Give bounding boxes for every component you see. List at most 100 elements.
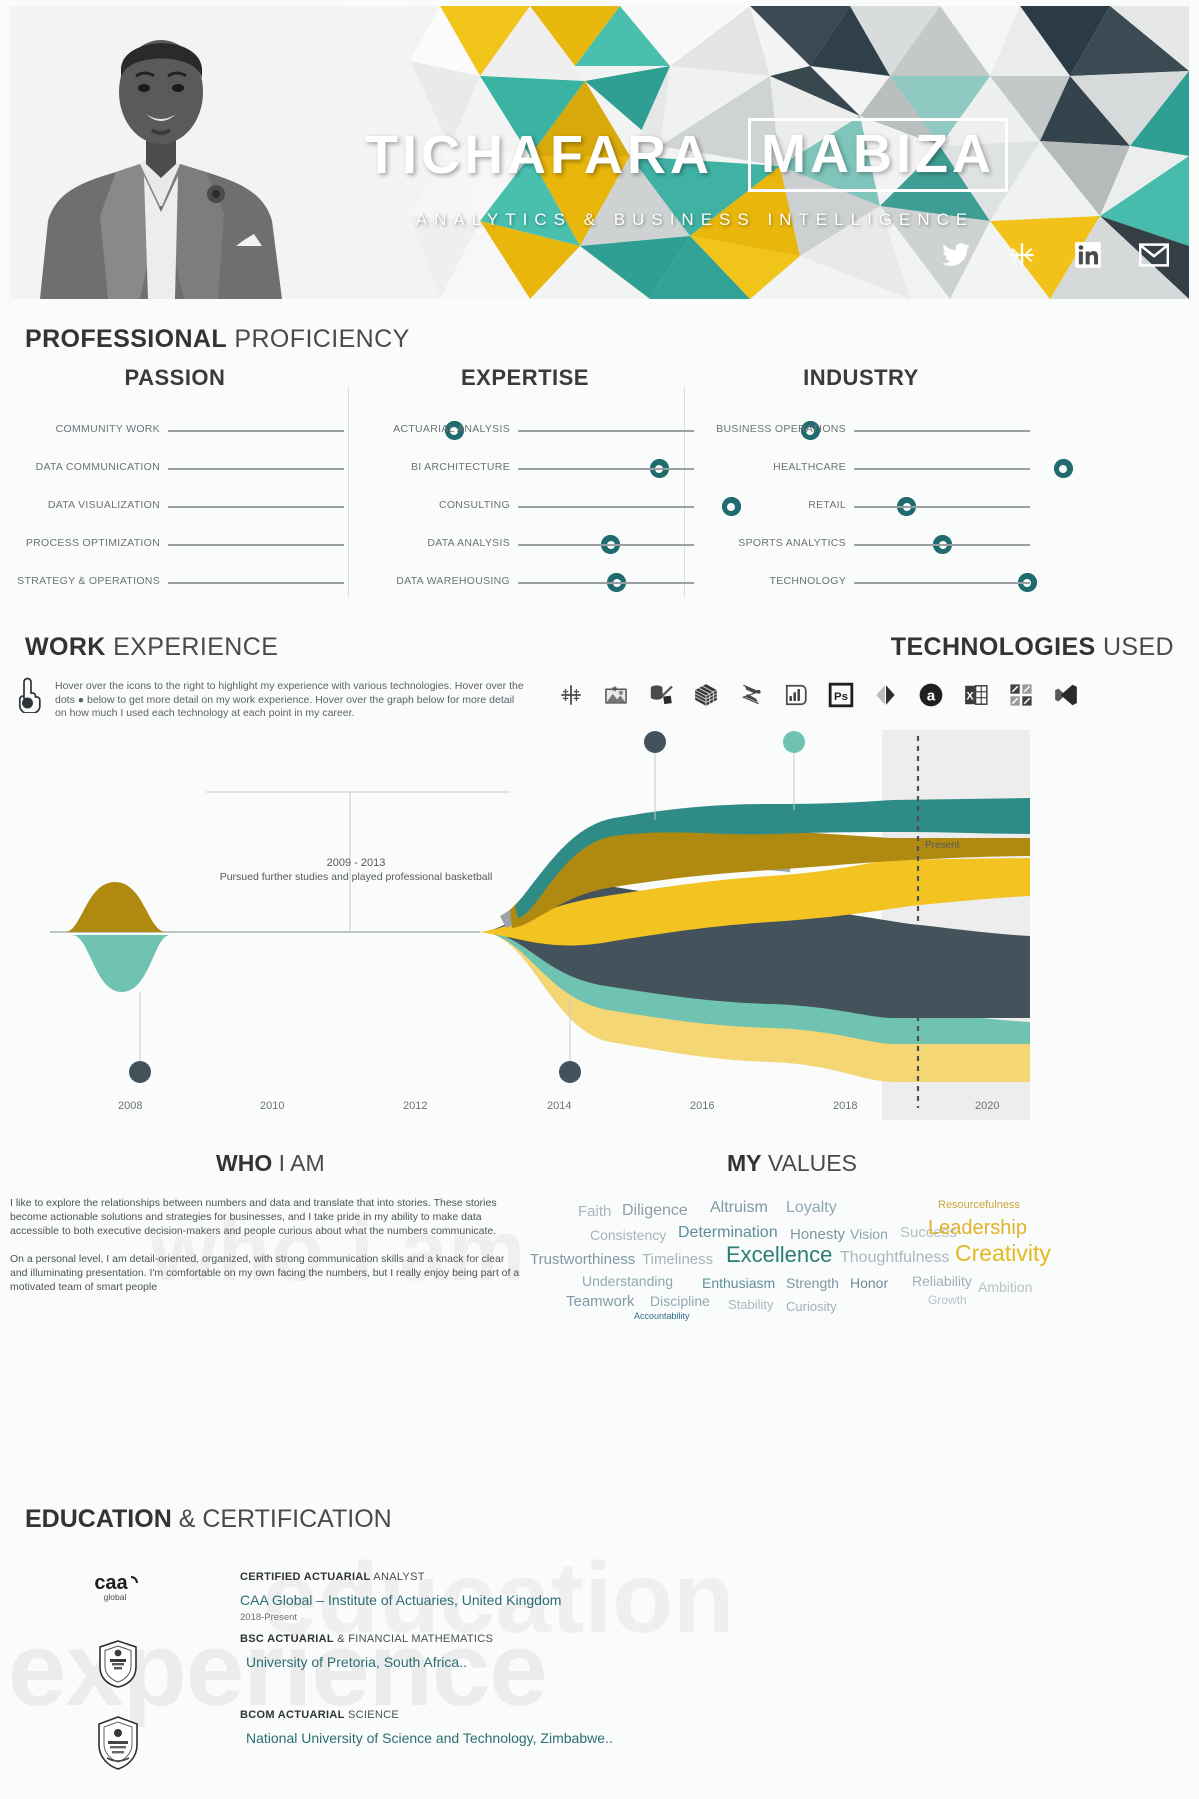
value-word: Honor [850, 1275, 889, 1291]
row-track [168, 582, 344, 584]
value-word: Understanding [582, 1273, 674, 1289]
education-qualification: BSC ACTUARIAL & FINANCIAL MATHEMATICS [240, 1633, 493, 1645]
education-item: BCOM ACTUARIAL SCIENCE National Universi… [240, 1709, 613, 1746]
qualification-light: & FINANCIAL MATHEMATICS [333, 1633, 494, 1645]
education-section-title: EDUCATION & CERTIFICATION [25, 1505, 392, 1534]
proficiency-row[interactable]: CONSULTING [350, 493, 917, 531]
row-track [854, 582, 1030, 584]
axis-tick-label: 2010 [260, 1100, 285, 1112]
value-word: Diligence [622, 1202, 688, 1219]
row-track [854, 506, 1030, 508]
row-label: DATA ANALYSIS [427, 537, 510, 549]
row-label: BUSINESS OPERATIONS [716, 423, 846, 435]
twitter-icon[interactable] [939, 238, 973, 272]
who-title-bold: WHO [216, 1150, 273, 1176]
value-word: Ambition [978, 1279, 1033, 1295]
row-dot[interactable] [1053, 459, 1073, 478]
linkedin-icon[interactable] [1071, 238, 1105, 272]
education-title-light: & CERTIFICATION [171, 1505, 392, 1533]
proficiency-row[interactable]: COMMUNITY WORK [0, 417, 464, 455]
stream-graph-svg[interactable] [10, 730, 1030, 1120]
tableau-public-icon[interactable] [1005, 238, 1039, 272]
proficiency-section-title: PROFESSIONAL PROFICIENCY [25, 325, 410, 354]
visual-studio-icon[interactable] [1051, 680, 1081, 710]
proficiency-title-bold: PROFESSIONAL [25, 325, 228, 353]
value-word: Leadership [928, 1217, 1027, 1239]
photoshop-icon[interactable]: Ps [826, 680, 856, 710]
row-track [168, 506, 344, 508]
education-dates: 2018-Present [240, 1612, 298, 1623]
who-description: I like to explore the relationships betw… [10, 1196, 520, 1308]
who-paragraph: I like to explore the relationships betw… [10, 1197, 497, 1237]
ssis-icon[interactable] [736, 680, 766, 710]
axis-tick-label: 2014 [547, 1100, 572, 1112]
proficiency-row[interactable]: STRATEGY & OPERATIONS [0, 569, 627, 607]
proficiency-row[interactable]: BI ARCHITECTURE [350, 455, 1073, 493]
row-label: PROCESS OPTIMIZATION [25, 537, 160, 549]
proficiency-column-industry: INDUSTRY BUSINESS OPERATIONS HEALTHCARE … [686, 365, 1036, 607]
value-word: Enthusiasm [702, 1275, 776, 1291]
axis-tick-label: 2016 [690, 1100, 715, 1112]
education-institution: CAA Global – Institute of Actuaries, Uni… [240, 1592, 562, 1608]
proficiency-row[interactable]: DATA COMMUNICATION [0, 455, 669, 493]
row-track [518, 544, 694, 546]
excel-icon[interactable]: X [961, 680, 991, 710]
technology-icons: Ps a X [556, 680, 1081, 710]
power-bi-icon[interactable] [781, 680, 811, 710]
row-label: DATA WAREHOUSING [396, 575, 510, 587]
sql-server-icon[interactable] [646, 680, 676, 710]
data-cube-icon[interactable] [691, 680, 721, 710]
axis-tick-label: 2008 [118, 1100, 143, 1112]
row-track [518, 506, 694, 508]
row-label: RETAIL [808, 499, 846, 511]
tableau-icon[interactable] [556, 680, 586, 710]
row-track [854, 468, 1030, 470]
proficiency-row[interactable]: SPORTS ANALYTICS [686, 531, 1036, 569]
proficiency-row[interactable]: DATA ANALYSIS [350, 531, 953, 569]
row-track [854, 544, 1030, 546]
adobe-xd-icon[interactable] [871, 680, 901, 710]
header-subtitle: ANALYTICS & BUSINESS INTELLIGENCE [415, 210, 975, 229]
alteryx-a-icon[interactable]: a [916, 680, 946, 710]
value-word: Faith [578, 1203, 612, 1220]
proficiency-row[interactable]: PROCESS OPTIMIZATION [0, 531, 621, 569]
value-word: Excellence [726, 1242, 833, 1267]
proficiency-row[interactable]: TECHNOLOGY [686, 569, 1036, 607]
alteryx-icon[interactable] [601, 680, 631, 710]
email-icon[interactable] [1137, 238, 1171, 272]
who-paragraph: On a personal level, I am detail-oriente… [10, 1253, 520, 1293]
proficiency-row[interactable]: HEALTHCARE [686, 455, 1036, 493]
caa-global-logo: caa global [78, 1569, 158, 1608]
work-stream-chart[interactable]: 2009 - 2013 Pursued further studies and … [10, 730, 1030, 1120]
qualification-light: SCIENCE [344, 1709, 399, 1721]
values-title-light: VALUES [761, 1150, 857, 1176]
proficiency-row[interactable]: ACTUARIAL ANALYSIS [350, 417, 820, 455]
proficiency-row[interactable]: BUSINESS OPERATIONS [686, 417, 1036, 455]
axis-tick-label: 2018 [833, 1100, 858, 1112]
annotation-text: Pursued further studies and played profe… [219, 871, 493, 883]
value-word: Accountability [634, 1311, 690, 1321]
row-label: DATA COMMUNICATION [35, 461, 160, 473]
values-section-title: MY VALUES [727, 1150, 857, 1177]
values-word-cloud: Faith Diligence Altruism Loyalty Consist… [530, 1190, 1190, 1340]
svg-text:a: a [927, 687, 936, 704]
qualification-bold: CERTIFIED ACTUARIAL [240, 1571, 371, 1583]
axis-tick-label: 2020 [975, 1100, 1000, 1112]
value-word: Teamwork [566, 1293, 635, 1310]
value-word: Trustworthiness [530, 1251, 636, 1268]
nust-crest [78, 1715, 158, 1776]
column-title: EXPERTISE [461, 365, 589, 390]
proficiency-row[interactable]: DATA WAREHOUSING [350, 569, 1037, 607]
education-qualification: CERTIFIED ACTUARIAL ANALYST [240, 1571, 561, 1583]
name-block: TICHAFARA MABIZA [340, 118, 1189, 194]
row-label: TECHNOLOGY [769, 575, 846, 587]
education-institution: National University of Science and Techn… [246, 1730, 613, 1746]
proficiency-row[interactable]: RETAIL [686, 493, 1036, 531]
value-word: Altruism [710, 1199, 768, 1216]
knime-icon[interactable] [1006, 680, 1036, 710]
value-word: Discipline [650, 1293, 710, 1309]
who-title-light: I AM [272, 1150, 325, 1176]
proficiency-row[interactable]: DATA VISUALIZATION [0, 493, 741, 531]
value-word: Determination [678, 1224, 778, 1241]
resume-page: TICHAFARA MABIZA ANALYTICS & BUSINESS IN… [0, 0, 1199, 1799]
